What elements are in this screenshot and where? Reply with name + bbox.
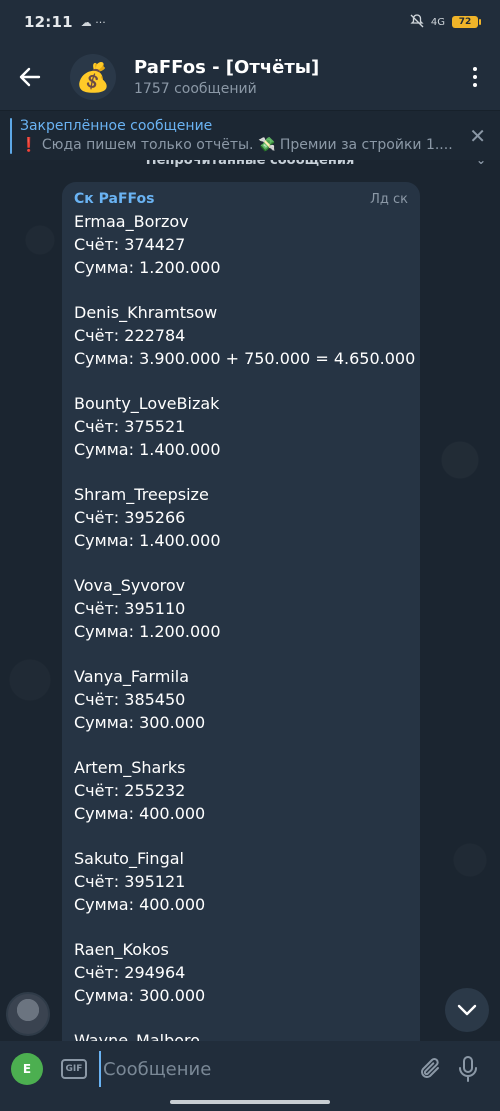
chevron-down-icon: ⌄	[475, 160, 486, 167]
entry-name: Shram_Treepsize	[74, 485, 209, 504]
message-sender[interactable]: Ск PaFFos	[74, 191, 155, 207]
entry-sum: Сумма: 400.000	[74, 804, 206, 823]
chat-subtitle: 1757 сообщений	[134, 81, 257, 97]
status-bar: 12:11 ☁ ··· 4G 72	[0, 0, 500, 44]
report-entry: Shram_Treepsize Счёт: 395266 Сумма: 1.400.…	[74, 483, 408, 552]
entry-sum: Сумма: 300.000	[74, 986, 206, 1005]
unread-banner-text: Непрочитанные сообщения	[145, 160, 355, 168]
chat-header: 💰 PaFFos - [Отчёты] 1757 сообщений	[0, 44, 500, 110]
report-entry: Denis_Khramtsow Счёт: 222784 Сумма: 3.900.…	[74, 301, 416, 370]
entry-account: Счёт: 395266	[74, 508, 186, 527]
close-pinned-icon[interactable]: ✕	[469, 124, 486, 148]
emoji-button[interactable]: E	[11, 1053, 43, 1085]
entry-name: Ermaa_Borzov	[74, 212, 189, 231]
entry-sum: Сумма: 1.400.000	[74, 440, 221, 459]
system-nav-bar	[0, 1097, 500, 1111]
entry-name: Vova_Syvorov	[74, 576, 186, 595]
mute-icon	[410, 13, 424, 31]
microphone-icon[interactable]	[448, 1052, 488, 1086]
report-entry: Sakuto_Fingal Счёт: 395121 Сумма: 400.000	[74, 847, 408, 916]
entry-name: Denis_Khramtsow	[74, 303, 218, 322]
entry-sum: Сумма: 400.000	[74, 895, 206, 914]
report-entry: Raen_Kokos Счёт: 294964 Сумма: 300.000	[74, 938, 408, 1007]
unread-messages-banner: Непрочитанные сообщения ⌄	[0, 160, 500, 171]
message-input-bar: E GIF	[0, 1041, 500, 1097]
entry-name: Artem_Sharks	[74, 758, 186, 777]
battery-icon: 72	[452, 16, 481, 28]
message-bubble[interactable]: Ск PaFFos Лд ск Ermaa_Borzov Счёт: 374427…	[62, 182, 420, 1041]
chat-title-block[interactable]: PaFFos - [Отчёты] 1757 сообщений	[134, 57, 319, 97]
status-right-icons: 4G 72	[410, 13, 481, 31]
entry-name: Sakuto_Fingal	[74, 849, 184, 868]
report-entry: Ermaa_Borzov Счёт: 374427 Сумма: 1.200.000	[74, 210, 408, 279]
entry-account: Счёт: 375521	[74, 417, 186, 436]
entry-sum: Сумма: 300.000	[74, 713, 206, 732]
sender-tag: Лд ск	[370, 191, 408, 207]
exclamation-icon: ❗	[20, 137, 38, 153]
chat-title: PaFFos - [Отчёты]	[134, 57, 320, 78]
pinned-text-body: Сюда пишем только отчёты. 💸 Премии за ст…	[37, 137, 453, 153]
entry-account: Счёт: 222784	[74, 326, 186, 345]
entry-account: Счёт: 395121	[74, 872, 186, 891]
entry-account: Счёт: 395110	[74, 599, 186, 618]
more-menu-icon[interactable]	[450, 44, 500, 110]
report-entry: Artem_Sharks Счёт: 255232 Сумма: 400.000	[74, 756, 408, 825]
entry-sum: Сумма: 3.900.000 + 750.000 = 4.650.000	[74, 349, 416, 368]
entry-name: Vanya_Farmila	[74, 667, 190, 686]
back-arrow-icon[interactable]	[0, 44, 60, 110]
home-indicator[interactable]	[170, 1100, 330, 1104]
gif-button[interactable]: GIF	[61, 1059, 87, 1079]
message-input[interactable]	[99, 1051, 399, 1087]
chat-area[interactable]: Непрочитанные сообщения ⌄ Ск PaFFos Лд с…	[0, 160, 500, 1041]
entry-account: Счёт: 385450	[74, 690, 186, 709]
pinned-message-bar[interactable]: Закреплённое сообщение ❗ Сюда пишем толь…	[0, 110, 500, 160]
network-label: 4G	[430, 16, 445, 28]
entry-name: Bounty_LoveBizak	[74, 394, 220, 413]
pinned-indicator	[10, 117, 12, 154]
paperclip-icon[interactable]	[414, 1052, 448, 1086]
entry-sum: Сумма: 1.200.000	[74, 258, 221, 277]
report-entry: Wayne_Malboro	[74, 1029, 408, 1041]
report-entry: Bounty_LoveBizak Счёт: 375521 Сумма: 1.400…	[74, 392, 408, 461]
entry-sum: Сумма: 1.400.000	[74, 531, 221, 550]
entry-name: Wayne_Malboro	[74, 1031, 201, 1041]
entry-account: Счёт: 294964	[74, 963, 186, 982]
report-entry: Vanya_Farmila Счёт: 385450 Сумма: 300.000	[74, 665, 408, 734]
entry-account: Счёт: 255232	[74, 781, 186, 800]
entry-sum: Сумма: 1.200.000	[74, 622, 221, 641]
status-time: 12:11	[24, 13, 73, 31]
chat-avatar[interactable]: 💰	[70, 54, 116, 100]
entry-account: Счёт: 374427	[74, 235, 186, 254]
sender-avatar[interactable]	[6, 992, 50, 1036]
status-notification-icons: ☁ ···	[80, 15, 106, 29]
pinned-label: Закреплённое сообщение	[20, 118, 213, 134]
scroll-down-button[interactable]	[445, 988, 489, 1032]
report-entry: Vova_Syvorov Счёт: 395110 Сумма: 1.200.000	[74, 574, 408, 643]
pinned-text: ❗ Сюда пишем только отчёты. 💸 Премии за …	[20, 137, 460, 153]
entry-name: Raen_Kokos	[74, 940, 169, 959]
report-entries: Ermaa_Borzov Счёт: 374427 Сумма: 1.200.000…	[74, 210, 416, 1041]
